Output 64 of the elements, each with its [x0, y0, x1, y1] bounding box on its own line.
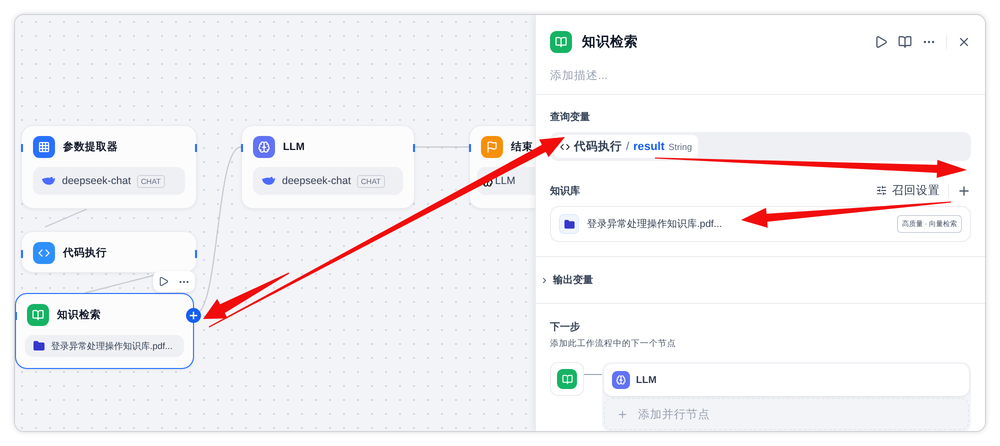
workflow-node[interactable]: 结束 LLM [469, 125, 535, 209]
connection-handle[interactable] [195, 144, 197, 152]
node-title: 代码执行 [63, 246, 107, 260]
sliders-icon [876, 185, 887, 196]
section-label: 知识库 [550, 184, 580, 198]
connection-handle[interactable] [469, 144, 471, 152]
grid-icon [33, 136, 55, 158]
plus-icon [188, 310, 199, 321]
run-button[interactable] [874, 35, 888, 49]
close-button[interactable] [957, 35, 971, 49]
folder-icon [559, 214, 579, 234]
dataset-name: 登录异常处理操作知识库.pdf... [51, 340, 173, 352]
variable-source-label: 代码执行 [574, 139, 622, 154]
chip-label: LLM [495, 175, 516, 187]
connection-handle[interactable] [241, 144, 243, 152]
node-title: 知识检索 [57, 308, 101, 322]
edge-line [84, 274, 156, 294]
path-separator: / [626, 140, 630, 152]
variable-name: result [633, 140, 665, 152]
edge-line [44, 208, 88, 228]
node-title: 参数提取器 [63, 140, 118, 154]
variable-type: String [668, 142, 692, 152]
model-name: deepseek-chat [62, 175, 131, 187]
model-name: deepseek-chat [282, 175, 351, 187]
connection-handle[interactable] [195, 250, 197, 258]
connection-handle[interactable] [15, 312, 17, 320]
panel-title: 知识检索 [582, 33, 639, 51]
brain-icon [612, 371, 630, 389]
section-label: 查询变量 [550, 110, 591, 124]
node-title: 结束 [511, 140, 533, 154]
edge-line [415, 146, 471, 148]
whale-icon [261, 175, 276, 187]
section-label: 下一步 [550, 320, 581, 334]
code-icon [33, 242, 55, 264]
workflow-node[interactable]: 代码执行 [21, 231, 197, 273]
plus-icon [957, 184, 971, 198]
brain-icon [253, 136, 275, 158]
code-icon [560, 142, 570, 152]
section-description: 添加此工作流程中的下一个节点 [550, 338, 677, 350]
book-icon [27, 304, 49, 326]
run-icon[interactable] [158, 276, 169, 287]
play-icon [874, 35, 888, 49]
close-icon [957, 35, 971, 49]
node-title: LLM [636, 374, 657, 386]
connection-handle[interactable] [21, 144, 23, 152]
connection-handle[interactable] [413, 144, 415, 152]
folder-icon [33, 340, 45, 352]
connection-handle[interactable] [21, 250, 23, 258]
whale-icon [41, 175, 56, 187]
output-variables-toggle[interactable]: 输出变量 [540, 273, 971, 287]
add-button[interactable] [957, 184, 971, 198]
dataset-name: 登录异常处理操作知识库.pdf... [587, 218, 724, 231]
flag-icon [481, 136, 503, 158]
recall-settings-button[interactable]: 召回设置 [876, 183, 940, 198]
book-icon [550, 31, 572, 53]
book-button[interactable] [898, 35, 912, 49]
next-node[interactable]: LLM [604, 364, 969, 396]
book-icon [557, 369, 577, 389]
chevron-icon [540, 276, 549, 284]
workflow-node[interactable]: 知识检索 登录异常处理操作知识库.pdf... [15, 293, 194, 369]
book-icon [898, 35, 912, 49]
query-variable-field[interactable]: 代码执行 / result String [550, 132, 971, 161]
node-title: LLM [283, 141, 305, 153]
plus-icon [617, 408, 628, 420]
